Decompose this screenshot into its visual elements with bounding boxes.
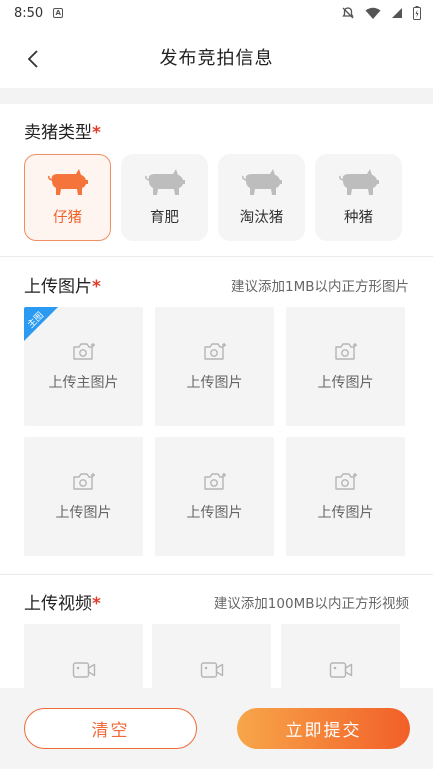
- pig-type-title-text: 卖猪类型: [24, 123, 92, 143]
- pig-icon: [338, 169, 379, 195]
- battery-icon: [413, 6, 421, 20]
- add-photo-icon: [72, 342, 95, 360]
- pig-type-label: 种猪: [344, 210, 373, 226]
- mute-bell-icon: [342, 7, 354, 19]
- upload-tile-label: 上传图片: [317, 504, 374, 521]
- pig-type-option-piglet[interactable]: 仔猪: [24, 154, 111, 241]
- add-photo-icon: [334, 342, 357, 360]
- upload-main-image-tile[interactable]: 主图 上传主图片: [24, 307, 143, 426]
- pig-type-title: 卖猪类型*: [24, 118, 101, 143]
- upload-tile-label: 上传主图片: [48, 374, 119, 391]
- upload-images-title-text: 上传图片: [24, 277, 92, 297]
- pig-icon: [47, 169, 88, 195]
- signal-icon: [392, 8, 402, 18]
- clear-button[interactable]: 清空: [24, 708, 197, 749]
- divider: [0, 574, 433, 575]
- video-camera-icon: [200, 662, 223, 678]
- add-photo-icon: [203, 342, 226, 360]
- upload-tile-label: 上传图片: [55, 504, 112, 521]
- upload-video-hint: 建议添加100MB以内正方形视频: [213, 596, 409, 612]
- divider: [0, 256, 433, 257]
- add-photo-icon: [334, 472, 357, 490]
- upload-tile-label: 上传图片: [186, 374, 243, 391]
- upload-image-tile[interactable]: 上传图片: [24, 437, 143, 556]
- upload-images-hint: 建议添加1MB以内正方形图片: [231, 279, 409, 295]
- pig-type-option-breeding[interactable]: 种猪: [315, 154, 402, 241]
- add-photo-icon: [203, 472, 226, 490]
- pig-type-label: 育肥: [150, 210, 179, 226]
- upload-video-title-text: 上传视频: [24, 594, 92, 614]
- pig-icon: [241, 169, 282, 195]
- upload-video-title: 上传视频*: [24, 589, 101, 614]
- pig-icon: [144, 169, 185, 195]
- pig-type-option-culled[interactable]: 淘汰猪: [218, 154, 305, 241]
- required-mark: *: [92, 594, 101, 614]
- status-icons: [341, 6, 421, 20]
- required-mark: *: [92, 277, 101, 297]
- page-title: 发布竞拍信息: [159, 48, 274, 69]
- status-bar: 8:50 A: [0, 0, 433, 26]
- chevron-left-icon: [27, 50, 38, 68]
- wifi-icon: [365, 7, 381, 19]
- nav-bar: 发布竞拍信息: [0, 26, 433, 88]
- video-camera-icon: [329, 662, 352, 678]
- add-photo-icon: [72, 472, 95, 490]
- upload-image-tile[interactable]: 上传图片: [286, 437, 405, 556]
- upload-image-tile[interactable]: 上传图片: [155, 437, 274, 556]
- video-camera-icon: [72, 662, 95, 678]
- upload-images-title: 上传图片*: [24, 272, 101, 297]
- required-mark: *: [92, 123, 101, 143]
- upload-tile-label: 上传图片: [186, 504, 243, 521]
- upload-image-tile[interactable]: 上传图片: [155, 307, 274, 426]
- back-button[interactable]: [18, 44, 48, 74]
- status-time: 8:50: [14, 5, 44, 21]
- upload-tile-label: 上传图片: [317, 374, 374, 391]
- section-separator: [0, 88, 433, 104]
- upload-image-tile[interactable]: 上传图片: [286, 307, 405, 426]
- notification-app-icon: A: [53, 8, 64, 18]
- pig-type-option-fattening[interactable]: 育肥: [121, 154, 208, 241]
- bottom-action-bar: 清空 立即提交: [0, 688, 433, 769]
- submit-button[interactable]: 立即提交: [237, 708, 410, 749]
- pig-type-label: 淘汰猪: [239, 210, 284, 226]
- pig-type-label: 仔猪: [53, 210, 82, 226]
